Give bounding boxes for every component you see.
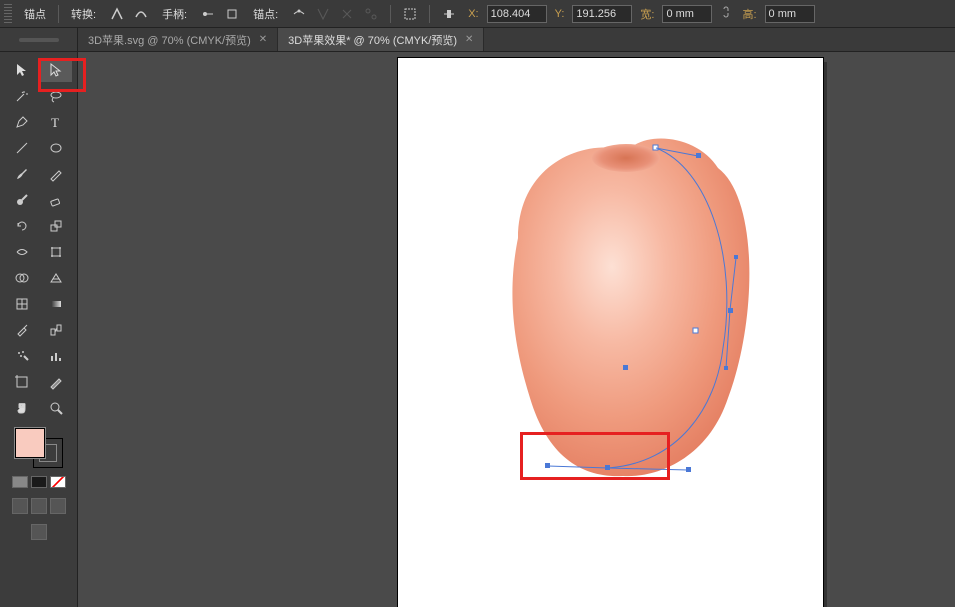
align-icon[interactable] xyxy=(438,4,460,24)
convert-group xyxy=(106,4,152,24)
grip-icon xyxy=(4,4,12,24)
tab-doc-1[interactable]: 3D苹果.svg @ 70% (CMYK/预览) ✕ xyxy=(78,28,278,51)
toolbox: T xyxy=(0,52,78,607)
screen-mode-chips xyxy=(31,524,47,540)
draw-behind[interactable] xyxy=(31,498,47,514)
draw-normal[interactable] xyxy=(12,498,28,514)
y-input[interactable] xyxy=(572,5,632,23)
mesh-tool[interactable] xyxy=(6,292,38,316)
handle-group xyxy=(197,4,243,24)
blob-brush-tool[interactable] xyxy=(6,188,38,212)
magic-wand-tool[interactable] xyxy=(6,84,38,108)
handle-hide-icon[interactable] xyxy=(221,4,243,24)
svg-text:T: T xyxy=(51,115,59,130)
color-mode-gradient[interactable] xyxy=(31,476,47,488)
tab-label: 3D苹果效果* @ 70% (CMYK/预览) xyxy=(288,32,457,48)
draw-mode-chips xyxy=(12,498,66,514)
symbol-sprayer-tool[interactable] xyxy=(6,344,38,368)
document-tabs: 3D苹果.svg @ 70% (CMYK/预览) ✕ 3D苹果效果* @ 70%… xyxy=(0,28,955,52)
blend-tool[interactable] xyxy=(40,318,72,342)
line-tool[interactable] xyxy=(6,136,38,160)
artwork-svg xyxy=(398,58,823,607)
gradient-tool[interactable] xyxy=(40,292,72,316)
convert-label: 转换: xyxy=(67,6,100,22)
pen-tool[interactable] xyxy=(6,110,38,134)
separator xyxy=(429,5,430,23)
toolbox-header xyxy=(0,28,78,51)
fill-stroke-swatches[interactable] xyxy=(15,428,63,468)
free-transform-tool[interactable] xyxy=(40,240,72,264)
tool-grid: T xyxy=(4,58,73,420)
rotate-tool[interactable] xyxy=(6,214,38,238)
zoom-tool[interactable] xyxy=(40,396,72,420)
pencil-tool[interactable] xyxy=(40,162,72,186)
scale-tool[interactable] xyxy=(40,214,72,238)
anchor-cut-icon[interactable] xyxy=(336,4,358,24)
w-input[interactable] xyxy=(662,5,712,23)
shape-builder-tool[interactable] xyxy=(6,266,38,290)
w-label: 宽: xyxy=(638,6,656,22)
x-label: X: xyxy=(466,8,480,20)
perspective-tool[interactable] xyxy=(40,266,72,290)
close-icon[interactable]: ✕ xyxy=(259,34,267,45)
separator xyxy=(58,5,59,23)
y-label: Y: xyxy=(553,8,567,20)
eraser-tool[interactable] xyxy=(40,188,72,212)
paintbrush-tool[interactable] xyxy=(6,162,38,186)
tab-doc-2[interactable]: 3D苹果效果* @ 70% (CMYK/预览) ✕ xyxy=(278,28,484,51)
handle-label: 手柄: xyxy=(158,6,191,22)
hand-tool[interactable] xyxy=(6,396,38,420)
artboard xyxy=(398,58,823,607)
color-mode-chips xyxy=(12,476,66,488)
slice-tool[interactable] xyxy=(40,370,72,394)
color-swatch-area xyxy=(4,428,73,540)
anchor-connect-icon[interactable] xyxy=(360,4,382,24)
main-area: T xyxy=(0,52,955,607)
control-bar: 锚点 转换: 手柄: 锚点: X: Y: 宽: 高: xyxy=(0,0,955,28)
color-mode-none[interactable] xyxy=(50,476,66,488)
eyedropper-tool[interactable] xyxy=(6,318,38,342)
anchor-label: 锚点 xyxy=(20,6,50,22)
selection-tool[interactable] xyxy=(6,58,38,82)
x-input[interactable] xyxy=(487,5,547,23)
isolate-icon[interactable] xyxy=(399,4,421,24)
direct-selection-tool[interactable] xyxy=(40,58,72,82)
ellipse-tool[interactable] xyxy=(40,136,72,160)
canvas[interactable] xyxy=(78,52,955,607)
artboard-tool[interactable] xyxy=(6,370,38,394)
anchor-group xyxy=(288,4,382,24)
h-input[interactable] xyxy=(765,5,815,23)
screen-mode[interactable] xyxy=(31,524,47,540)
convert-corner-icon[interactable] xyxy=(106,4,128,24)
handle-show-icon[interactable] xyxy=(197,4,219,24)
anchor-add-icon[interactable] xyxy=(312,4,334,24)
draw-inside[interactable] xyxy=(50,498,66,514)
color-mode-color[interactable] xyxy=(12,476,28,488)
width-tool[interactable] xyxy=(6,240,38,264)
close-icon[interactable]: ✕ xyxy=(465,34,473,45)
fill-swatch[interactable] xyxy=(15,428,45,458)
type-tool[interactable]: T xyxy=(40,110,72,134)
separator xyxy=(390,5,391,23)
lasso-tool[interactable] xyxy=(40,84,72,108)
anchor-remove-icon[interactable] xyxy=(288,4,310,24)
h-label: 高: xyxy=(740,6,758,22)
tab-label: 3D苹果.svg @ 70% (CMYK/预览) xyxy=(88,32,251,48)
column-graph-tool[interactable] xyxy=(40,344,72,368)
anchor2-label: 锚点: xyxy=(249,6,282,22)
link-wh-icon[interactable] xyxy=(718,5,734,22)
convert-smooth-icon[interactable] xyxy=(130,4,152,24)
